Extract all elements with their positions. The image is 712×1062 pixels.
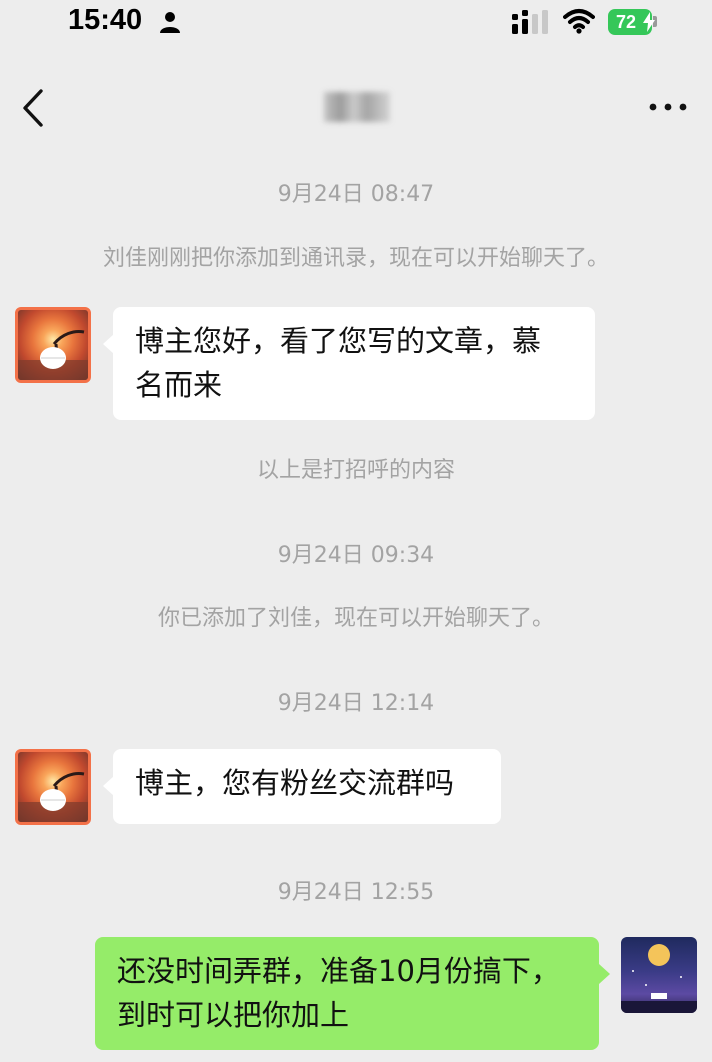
message-text-line: 博主您好，看了您写的文章，慕 (135, 324, 542, 358)
battery-level: 72 (615, 11, 637, 32)
message-text-line: 还没时间弄群，准备10月份搞下， (117, 954, 560, 988)
message-text-line: 博主，您有粉丝交流群吗 (135, 766, 455, 800)
more-icon[interactable] (648, 97, 688, 117)
message-text-line: 名而来 (135, 368, 223, 402)
signal-icon (512, 10, 548, 34)
bubble-tail (599, 964, 610, 984)
contact-avatar[interactable] (15, 307, 91, 383)
system-message: 刘佳刚刚把你添加到通讯录，现在可以开始聊天了。 (102, 246, 609, 271)
avatar-image (18, 330, 88, 380)
message-bubble-incoming[interactable]: 博主您好，看了您写的文章，慕 名而来 (113, 307, 595, 420)
message-text-line: 到时可以把你加上 (117, 998, 350, 1032)
contact-avatar[interactable] (15, 749, 91, 825)
avatar-image (621, 944, 697, 1013)
wifi-icon (563, 9, 595, 34)
timestamp: 9月24日 12:55 (277, 880, 435, 905)
my-avatar[interactable] (621, 937, 697, 1013)
status-bar: 15:40 72 (0, 0, 712, 48)
back-icon[interactable] (20, 88, 48, 128)
avatar-image (18, 772, 88, 822)
timestamp: 9月24日 09:34 (277, 543, 435, 568)
system-message: 你已添加了刘佳，现在可以开始聊天了。 (157, 606, 554, 631)
system-message: 以上是打招呼的内容 (256, 458, 455, 483)
bolt-icon (643, 12, 655, 32)
message-bubble-outgoing[interactable]: 还没时间弄群，准备10月份搞下， 到时可以把你加上 (95, 937, 599, 1050)
status-time: 15:40 (68, 4, 143, 36)
message-bubble-incoming[interactable]: 博主，您有粉丝交流群吗 (113, 749, 501, 824)
timestamp: 9月24日 12:14 (277, 691, 435, 716)
person-icon (160, 12, 180, 33)
timestamp: 9月24日 08:47 (277, 182, 435, 207)
contact-name-blurred (324, 92, 390, 122)
